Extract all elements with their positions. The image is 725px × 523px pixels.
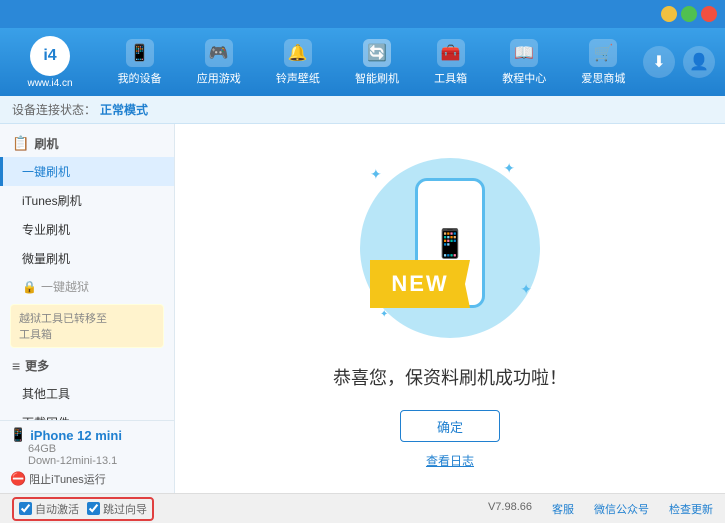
new-badge: NEW [370, 260, 470, 308]
service-link[interactable]: 客服 [552, 501, 574, 517]
auto-send-text: 自动激活 [35, 501, 79, 517]
close-button[interactable] [701, 6, 717, 22]
header-right-buttons: ⬇ 👤 [643, 46, 715, 78]
success-illustration: ✦ ✦ ✦ ✦ 📱 NEW [350, 148, 550, 348]
device-name: iPhone 12 mini [30, 428, 122, 443]
bottom-left: 自动激活 跳过向导 [12, 497, 154, 521]
sparkle-icon-4: ✦ [380, 309, 388, 320]
sparkle-icon-3: ✦ [520, 281, 532, 298]
nav-label-tools: 工具箱 [434, 70, 467, 86]
confirm-button[interactable]: 确定 [400, 410, 500, 442]
sidebar-group-more: ≡ 更多 [0, 352, 174, 379]
skip-guide-text: 跳过向导 [103, 501, 147, 517]
content-area: ✦ ✦ ✦ ✦ 📱 NEW 恭喜您，保资料刷机成功啦！ 确定 查看日志 [175, 124, 725, 493]
device-name-row: 📱 iPhone 12 mini [10, 427, 164, 443]
checkbox-group: 自动激活 跳过向导 [12, 497, 154, 521]
lock-icon: 🔒 [22, 280, 37, 294]
sidebar-item-pro-flash[interactable]: 专业刷机 [0, 215, 174, 244]
version-label: V7.98.66 [488, 501, 532, 517]
itunes-toggle[interactable]: ⛔ 阻止iTunes运行 [10, 471, 164, 487]
status-bar: 设备连接状态： 正常模式 [0, 96, 725, 124]
status-prefix: 设备连接状态： [12, 101, 96, 118]
update-link[interactable]: 检查更新 [669, 501, 713, 517]
logo-subtitle: www.i4.cn [27, 78, 72, 89]
sidebar-group-flash: 📋 刷机 [0, 130, 174, 157]
nav-item-store[interactable]: 🛒 爱思商城 [573, 35, 633, 90]
ringtone-icon: 🔔 [284, 39, 312, 67]
nav-label-ringtone: 铃声壁纸 [276, 70, 320, 86]
nav-bar: 📱 我的设备 🎮 应用游戏 🔔 铃声壁纸 🔄 智能刷机 🧰 工具箱 📖 [100, 35, 643, 90]
auto-send-checkbox[interactable] [19, 502, 32, 515]
more-group-icon: ≡ [12, 358, 20, 374]
smart-icon: 🔄 [363, 39, 391, 67]
sidebar-item-other-tools[interactable]: 其他工具 [0, 379, 174, 408]
device-storage: 64GB [10, 443, 164, 455]
device-icon: 📱 [126, 39, 154, 67]
jailbreak-notice: 越狱工具已转移至工具箱 [10, 304, 164, 348]
skip-guide-checkbox[interactable] [87, 502, 100, 515]
logo-icon: i4 [30, 36, 70, 76]
checkbox-redbox: 自动激活 跳过向导 [12, 497, 154, 521]
flash-group-icon: 📋 [12, 135, 29, 152]
tutorial-icon: 📖 [510, 39, 538, 67]
tools-icon: 🧰 [437, 39, 465, 67]
nav-item-apps[interactable]: 🎮 应用游戏 [189, 35, 249, 90]
nav-label-smart: 智能刷机 [355, 70, 399, 86]
titlebar [0, 0, 725, 28]
jailbreak-label: 一键越狱 [41, 278, 89, 295]
itunes-label: 阻止iTunes运行 [29, 471, 106, 487]
nav-item-tutorial[interactable]: 📖 教程中心 [494, 35, 554, 90]
log-link[interactable]: 查看日志 [426, 452, 474, 469]
sidebar-item-data-save[interactable]: 微量刷机 [0, 244, 174, 273]
apps-icon: 🎮 [205, 39, 233, 67]
nav-label-store: 爱思商城 [581, 70, 625, 86]
nav-label-device: 我的设备 [118, 70, 162, 86]
nav-item-smart[interactable]: 🔄 智能刷机 [347, 35, 407, 90]
sparkle-icon-1: ✦ [370, 166, 382, 183]
nav-item-ringtone[interactable]: 🔔 铃声壁纸 [268, 35, 328, 90]
header: i4 www.i4.cn 📱 我的设备 🎮 应用游戏 🔔 铃声壁纸 🔄 智能刷机 [0, 28, 725, 96]
bottom-bar: 自动激活 跳过向导 V7.98.66 客服 微信公众号 检查更新 [0, 493, 725, 523]
sidebar-group-jailbreak: 🔒 一键越狱 [0, 273, 174, 300]
sidebar-item-itunes-flash[interactable]: iTunes刷机 [0, 186, 174, 215]
sidebar-item-one-key[interactable]: 一键刷机 [0, 157, 174, 186]
wechat-link[interactable]: 微信公众号 [594, 501, 649, 517]
nav-item-tools[interactable]: 🧰 工具箱 [426, 35, 475, 90]
store-icon: 🛒 [589, 39, 617, 67]
success-title: 恭喜您，保资料刷机成功啦！ [333, 364, 567, 390]
jailbreak-notice-text: 越狱工具已转移至工具箱 [19, 313, 107, 341]
logo: i4 www.i4.cn [10, 36, 90, 89]
auto-send-label[interactable]: 自动激活 [19, 501, 79, 517]
sparkle-icon-2: ✦ [503, 160, 515, 177]
device-icon: 📱 [10, 427, 26, 443]
minimize-button[interactable] [661, 6, 677, 22]
status-value: 正常模式 [100, 101, 148, 118]
download-button[interactable]: ⬇ [643, 46, 675, 78]
bottom-right: V7.98.66 客服 微信公众号 检查更新 [488, 501, 713, 517]
sidebar-group-more-label: 更多 [25, 357, 49, 374]
nav-label-apps: 应用游戏 [197, 70, 241, 86]
sidebar-group-flash-label: 刷机 [34, 135, 58, 152]
skip-guide-label[interactable]: 跳过向导 [87, 501, 147, 517]
user-button[interactable]: 👤 [683, 46, 715, 78]
device-model: Down-12mini-13.1 [10, 455, 164, 467]
maximize-button[interactable] [681, 6, 697, 22]
nav-label-tutorial: 教程中心 [502, 70, 546, 86]
nav-item-device[interactable]: 📱 我的设备 [110, 35, 170, 90]
itunes-icon: ⛔ [10, 471, 26, 487]
device-panel: 📱 iPhone 12 mini 64GB Down-12mini-13.1 ⛔… [0, 420, 175, 493]
